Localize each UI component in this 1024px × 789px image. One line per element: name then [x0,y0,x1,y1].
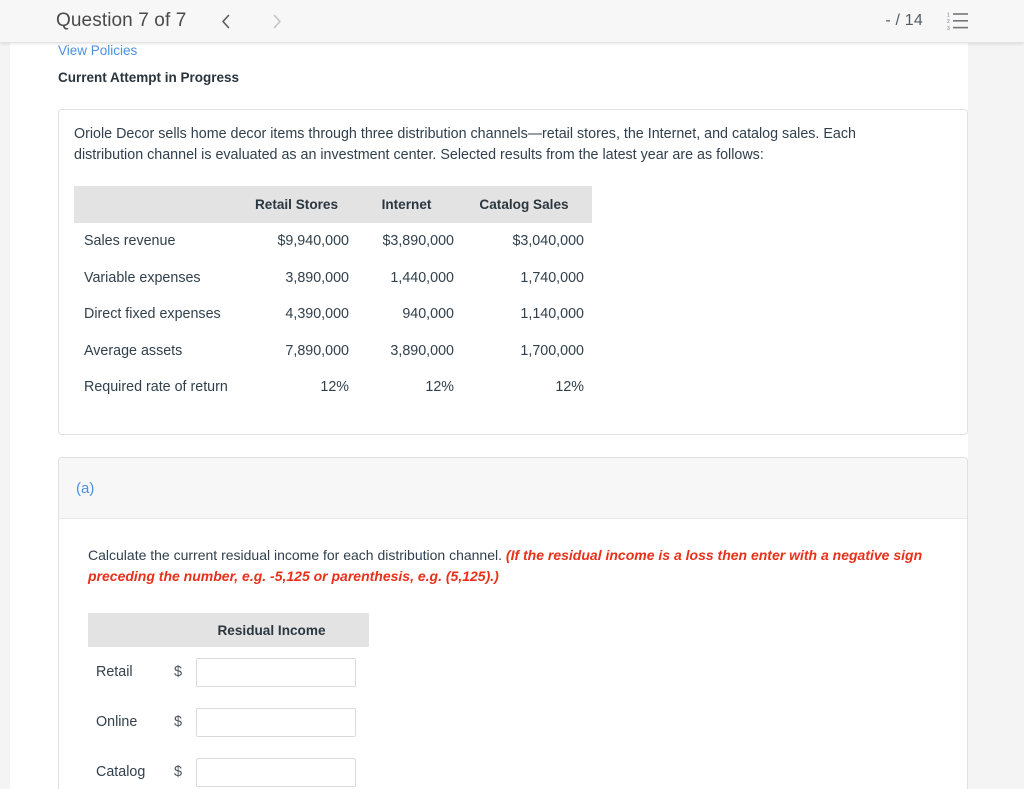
row-label: Direct fixed expenses [84,306,221,323]
cell-retail: 3,890,000 [285,269,349,286]
chevron-left-icon [222,14,230,28]
cell-retail: $9,940,000 [277,233,349,250]
answer-field-cell-retail: $ [174,647,369,697]
cell-retail: 4,390,000 [285,306,349,323]
cell-internet: 3,890,000 [390,342,454,359]
answer-table-body: Retail $ Online $ Catalog $ [88,647,369,789]
chevron-right-icon [273,14,281,28]
dollar-sign-icon: $ [174,663,183,680]
svg-text:1: 1 [947,12,950,18]
cell-catalog: 1,700,000 [520,342,584,359]
results-col-catalog-sales: Catalog Sales [462,186,592,223]
instruction-main: Calculate the current residual income fo… [88,547,506,563]
cell-retail: 12% [320,379,349,396]
problem-intro-text: Oriole Decor sells home decor items thro… [74,126,856,163]
numbered-list-glyph: 1 2 3 [947,12,968,32]
problem-statement-card: Oriole Decor sells home decor items thro… [58,109,968,435]
previous-question-button[interactable] [212,8,238,34]
table-row: Online $ [88,697,369,747]
svg-text:3: 3 [947,26,950,31]
cell-catalog: 12% [555,379,584,396]
cell-catalog: $3,040,000 [512,233,584,250]
numbered-list-icon[interactable]: 1 2 3 [947,11,969,32]
cell-internet: 1,440,000 [390,269,454,286]
row-label: Variable expenses [84,269,201,286]
answer-header-row: Residual Income [88,613,369,647]
part-a-label[interactable]: (a) [76,480,94,497]
answer-field-cell-online: $ [174,697,369,747]
next-question-button[interactable] [264,8,290,34]
answer-field-cell-catalog: $ [174,747,369,789]
question-document: View Policies Current Attempt in Progres… [10,43,968,789]
answer-col-residual-income: Residual Income [174,613,369,647]
dollar-sign-icon: $ [174,763,183,780]
residual-income-input-online[interactable] [195,707,356,737]
table-row: Direct fixed expenses 4,390,000 940,000 … [74,296,592,333]
table-row: Average assets 7,890,000 3,890,000 1,700… [74,333,592,370]
answer-table-head: Residual Income [88,613,369,647]
dollar-sign-icon: $ [174,713,183,730]
results-table-head: Retail Stores Internet Catalog Sales [74,186,592,223]
svg-text:2: 2 [947,19,950,25]
score-display: - / 14 [885,12,923,29]
table-row: Variable expenses 3,890,000 1,440,000 1,… [74,260,592,297]
results-header-row: Retail Stores Internet Catalog Sales [74,186,592,223]
cell-catalog: 1,740,000 [520,269,584,286]
instruction-text: Calculate the current residual income fo… [88,545,948,587]
table-row: Retail $ [88,647,369,697]
question-counter: Question 7 of 7 [56,10,187,31]
cell-internet: $3,890,000 [382,233,454,250]
residual-income-input-catalog[interactable] [195,757,356,787]
results-col-blank [74,186,242,223]
view-policies-link[interactable]: View Policies [58,43,137,58]
cell-internet: 12% [425,379,454,396]
cell-catalog: 1,140,000 [520,306,584,323]
table-row: Catalog $ [88,747,369,789]
part-a-card: (a) Calculate the current residual incom… [58,457,968,789]
toolbar-right-group: - / 14 1 2 3 [885,11,969,32]
attempt-status-text: Current Attempt in Progress [58,70,240,85]
residual-income-input-retail[interactable] [195,657,356,687]
answer-row-label-retail: Retail [96,664,133,680]
question-scroll-area[interactable]: View Policies Current Attempt in Progres… [0,43,1024,789]
answer-row-label-online: Online [96,714,138,730]
table-row: Required rate of return 12% 12% 12% [74,369,592,406]
row-label: Sales revenue [84,233,176,250]
part-a-body: Calculate the current residual income fo… [59,519,967,789]
question-toolbar: Question 7 of 7 - / 14 1 2 3 [0,0,1024,43]
results-col-retail-stores: Retail Stores [242,186,357,223]
selected-results-table: Retail Stores Internet Catalog Sales Sal… [74,186,592,406]
results-col-internet: Internet [357,186,462,223]
answer-col-blank [88,613,174,647]
part-a-header: (a) [59,458,967,519]
cell-retail: 7,890,000 [285,342,349,359]
answer-row-label-catalog: Catalog [96,764,146,780]
results-table-body: Sales revenue $9,940,000 $3,890,000 $3,0… [74,223,592,406]
row-label: Average assets [84,342,183,359]
cell-internet: 940,000 [402,306,454,323]
residual-income-answer-table: Residual Income Retail $ Online $ Catalo… [88,613,369,789]
row-label: Required rate of return [84,379,228,396]
table-row: Sales revenue $9,940,000 $3,890,000 $3,0… [74,223,592,260]
